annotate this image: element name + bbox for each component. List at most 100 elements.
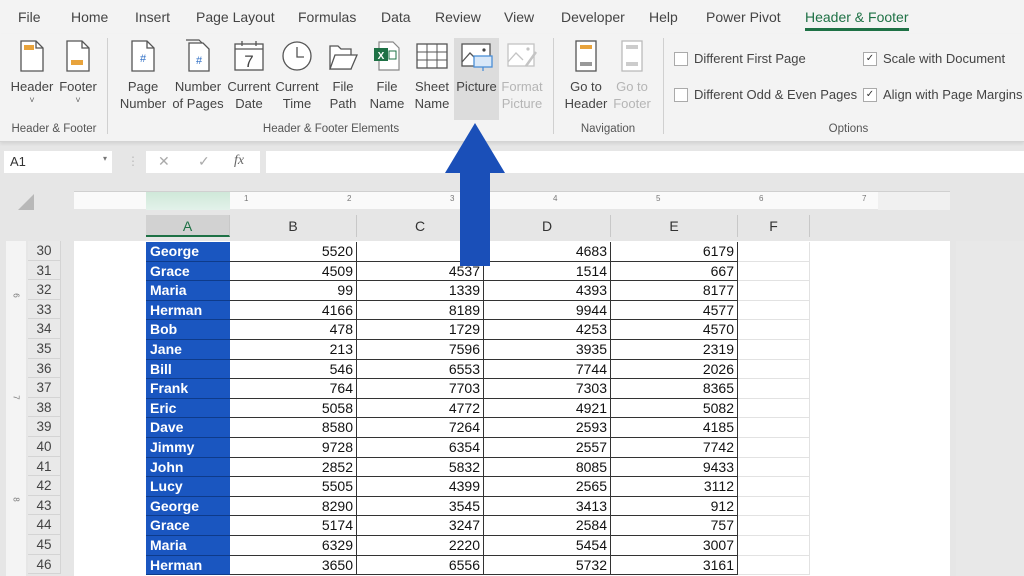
checkbox-unchecked[interactable]	[674, 87, 688, 102]
cell-name[interactable]: Bob	[146, 320, 230, 340]
drag-handle-icon[interactable]: ⋮	[127, 154, 139, 168]
row-header[interactable]: 46	[28, 554, 61, 575]
cell-b[interactable]: 6329	[230, 535, 357, 556]
align-with-margins-checkbox[interactable]: ✓ Align with Page Margins	[863, 87, 1022, 102]
cell-d[interactable]: 2593	[484, 418, 611, 438]
row-header[interactable]: 37	[28, 378, 61, 398]
cell-d[interactable]: 8085	[484, 457, 611, 478]
cell-b[interactable]: 8580	[230, 418, 357, 438]
file-path-button[interactable]: File Path	[322, 38, 364, 116]
cell-b[interactable]: 2852	[230, 457, 357, 478]
picture-button[interactable]: Picture	[454, 38, 499, 120]
cell-f[interactable]	[738, 398, 810, 419]
cell-d[interactable]: 3413	[484, 496, 611, 517]
cell-name[interactable]: Maria	[146, 281, 230, 301]
go-to-footer-button[interactable]: Go to Footer	[610, 38, 654, 116]
format-picture-button[interactable]: Format Picture	[500, 38, 544, 116]
tab-help[interactable]: Help	[649, 9, 678, 25]
cell-f[interactable]	[738, 555, 810, 576]
cell-b[interactable]: 3650	[230, 555, 357, 576]
cell-f[interactable]	[738, 261, 810, 282]
cell-f[interactable]	[738, 320, 810, 340]
row-header[interactable]: 38	[28, 397, 61, 418]
cell-d[interactable]: 4393	[484, 281, 611, 301]
cell-d[interactable]: 5454	[484, 535, 611, 556]
cell-f[interactable]	[738, 535, 810, 556]
cell-c[interactable]: 3545	[357, 496, 484, 517]
cell-d[interactable]: 4921	[484, 398, 611, 419]
cell-f[interactable]	[738, 339, 810, 360]
number-of-pages-button[interactable]: # Number of Pages	[172, 38, 224, 116]
current-time-button[interactable]: Current Time	[274, 38, 320, 116]
cell-name[interactable]: Maria	[146, 535, 230, 556]
cell-name[interactable]: George	[146, 242, 230, 262]
cell-e[interactable]: 4570	[611, 320, 738, 340]
cell-b[interactable]: 478	[230, 320, 357, 340]
cell-e[interactable]: 5082	[611, 398, 738, 419]
cell-c[interactable]: 7703	[357, 379, 484, 399]
row-header[interactable]: 34	[28, 319, 61, 339]
row-header[interactable]: 30	[28, 241, 61, 261]
page-number-button[interactable]: # Page Number	[118, 38, 168, 116]
cell-name[interactable]: Dave	[146, 418, 230, 438]
tab-view[interactable]: View	[504, 9, 534, 25]
cell-c[interactable]: 6354	[357, 437, 484, 458]
tab-insert[interactable]: Insert	[135, 9, 170, 25]
cell-name[interactable]: John	[146, 457, 230, 478]
insert-function-icon[interactable]: fx	[234, 153, 244, 169]
cell-b[interactable]: 546	[230, 359, 357, 380]
cell-name[interactable]: Herman	[146, 300, 230, 321]
cell-f[interactable]	[738, 516, 810, 536]
cell-f[interactable]	[738, 457, 810, 478]
footer-button[interactable]: Footer ˅	[56, 38, 100, 116]
cell-c[interactable]: 6553	[357, 359, 484, 380]
different-odd-even-checkbox[interactable]: Different Odd & Even Pages	[674, 87, 857, 102]
cell-b[interactable]: 5520	[230, 242, 357, 262]
cell-d[interactable]: 3935	[484, 339, 611, 360]
enter-icon[interactable]: ✓	[198, 153, 210, 170]
go-to-header-button[interactable]: Go to Header	[563, 38, 609, 116]
cell-name[interactable]: George	[146, 496, 230, 517]
cell-b[interactable]: 213	[230, 339, 357, 360]
cell-e[interactable]: 3007	[611, 535, 738, 556]
cell-d[interactable]: 5732	[484, 555, 611, 576]
tab-page-layout[interactable]: Page Layout	[196, 9, 275, 25]
tab-formulas[interactable]: Formulas	[298, 9, 356, 25]
select-all-button[interactable]	[18, 194, 34, 210]
name-box[interactable]: A1 ▾	[4, 151, 112, 173]
cell-f[interactable]	[738, 281, 810, 301]
cell-d[interactable]: 4253	[484, 320, 611, 340]
row-header[interactable]: 42	[28, 476, 61, 496]
cell-e[interactable]: 4185	[611, 418, 738, 438]
row-header[interactable]: 41	[28, 456, 61, 477]
cell-e[interactable]: 3161	[611, 555, 738, 576]
cell-e[interactable]: 8365	[611, 379, 738, 399]
checkbox-unchecked[interactable]	[674, 51, 688, 66]
cell-c[interactable]: 2220	[357, 535, 484, 556]
column-header-e[interactable]: E	[611, 215, 738, 237]
tab-developer[interactable]: Developer	[561, 9, 625, 25]
cell-d[interactable]: 9944	[484, 300, 611, 321]
cell-e[interactable]: 6179	[611, 242, 738, 262]
row-header[interactable]: 36	[28, 358, 61, 379]
cell-c[interactable]: 5832	[357, 457, 484, 478]
cell-name[interactable]: Eric	[146, 398, 230, 419]
cell-b[interactable]: 9728	[230, 437, 357, 458]
cell-d[interactable]: 2557	[484, 437, 611, 458]
tab-home[interactable]: Home	[71, 9, 108, 25]
cell-d[interactable]: 7303	[484, 379, 611, 399]
cell-d[interactable]: 2565	[484, 477, 611, 497]
checkmark-icon[interactable]: ✓	[863, 87, 877, 102]
cell-f[interactable]	[738, 379, 810, 399]
cell-b[interactable]: 99	[230, 281, 357, 301]
different-first-page-checkbox[interactable]: Different First Page	[674, 51, 806, 66]
cell-d[interactable]: 7744	[484, 359, 611, 380]
cell-b[interactable]: 5058	[230, 398, 357, 419]
column-header-f[interactable]: F	[738, 215, 810, 237]
tab-review[interactable]: Review	[435, 9, 481, 25]
row-header[interactable]: 40	[28, 436, 61, 457]
sheet-name-button[interactable]: Sheet Name	[410, 38, 454, 116]
cell-f[interactable]	[738, 496, 810, 517]
cell-f[interactable]	[738, 242, 810, 262]
formula-input[interactable]	[266, 151, 1024, 173]
